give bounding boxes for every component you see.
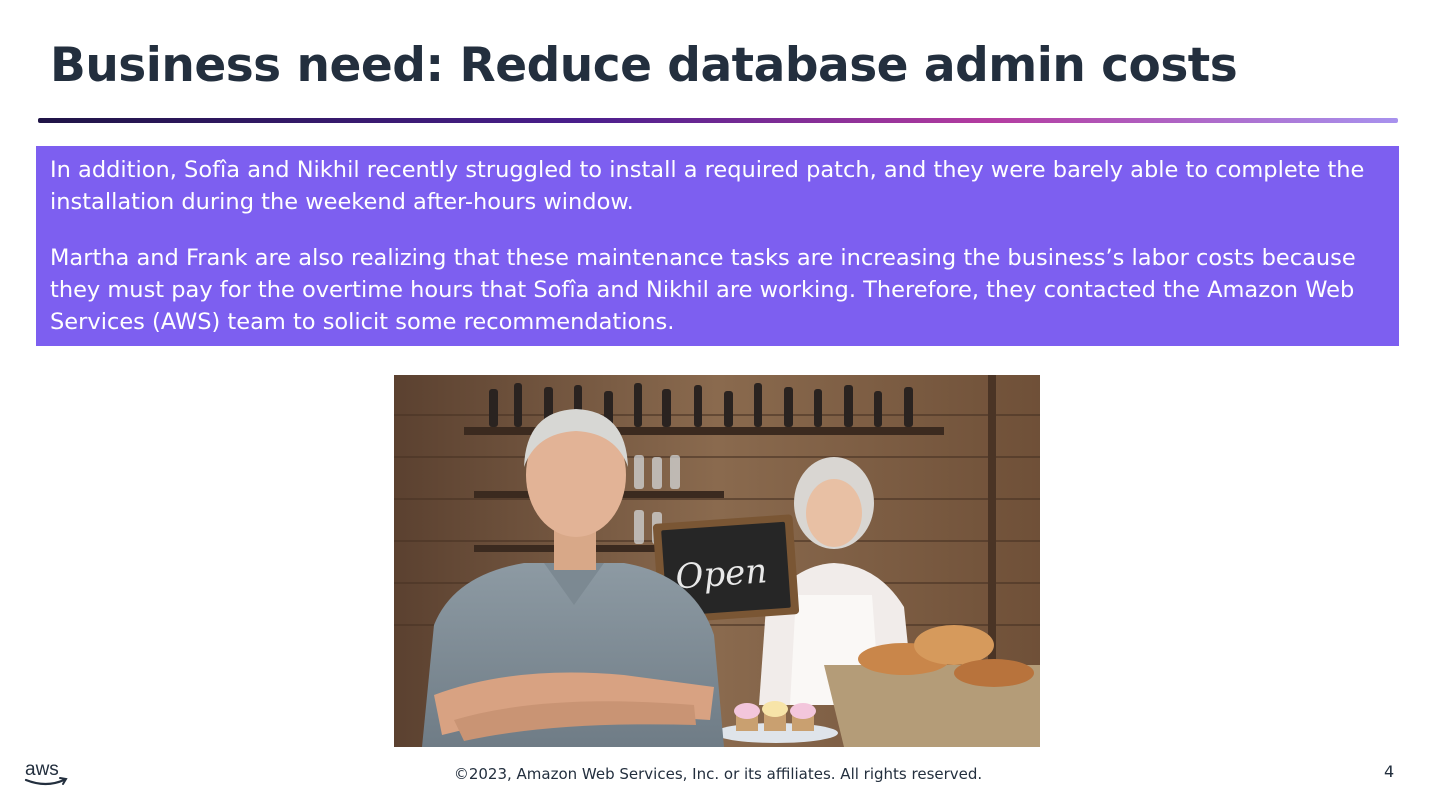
copyright-footer: ©2023, Amazon Web Services, Inc. or its …: [453, 765, 983, 783]
cafe-owners-photo: Open: [394, 375, 1040, 747]
scenario-callout: In addition, Sofîa and Nikhil recently s…: [36, 146, 1399, 346]
open-sign-text: Open: [674, 551, 768, 597]
title-underline: [38, 118, 1398, 123]
callout-paragraph-2: Martha and Frank are also realizing that…: [50, 245, 1356, 335]
page-number: 4: [1384, 762, 1395, 781]
callout-paragraph-1: In addition, Sofîa and Nikhil recently s…: [50, 157, 1365, 215]
slide-title: Business need: Reduce database admin cos…: [50, 38, 1238, 93]
